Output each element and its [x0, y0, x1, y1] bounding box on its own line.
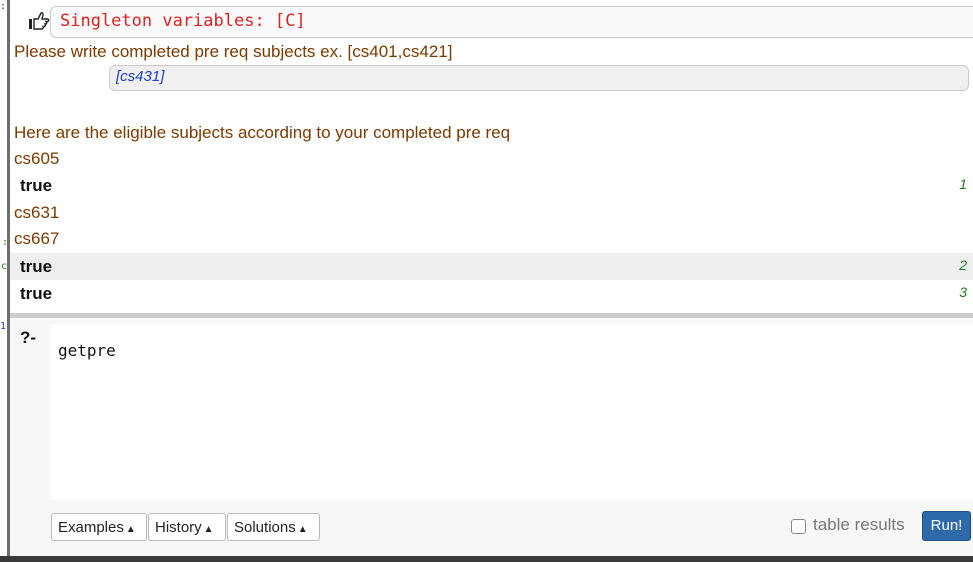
- query-prompt: ?-: [20, 328, 37, 347]
- solutions-button[interactable]: Solutions ▲: [227, 513, 320, 541]
- solution-row: true 3: [10, 280, 973, 307]
- examples-button[interactable]: Examples ▲: [51, 513, 147, 541]
- eligible-heading: Here are the eligible subjects according…: [14, 123, 511, 142]
- solution-number: 3: [959, 284, 967, 300]
- user-input-text: [cs431]: [116, 68, 165, 85]
- hand-pointing-icon: [28, 10, 50, 32]
- warning-text: Singleton variables: [C]: [60, 11, 306, 31]
- gutter-mark: 1: [0, 321, 7, 332]
- query-pane: ?- getpre Examples ▲ History ▲ Solutions ▲ …: [10, 318, 973, 556]
- history-label: History: [155, 519, 202, 536]
- table-results-label[interactable]: table results: [813, 515, 905, 535]
- output-pane: Singleton variables: [C] Please write co…: [10, 0, 973, 314]
- caret-up-icon: ▲: [203, 524, 214, 535]
- output-line: cs605: [14, 149, 60, 168]
- solution-number: 1: [959, 176, 967, 192]
- output-line: cs631: [14, 203, 60, 222]
- table-results-checkbox[interactable]: [791, 519, 806, 534]
- output-line: cs667: [14, 229, 60, 248]
- gutter-mark: :: [2, 237, 9, 248]
- query-editor[interactable]: getpre: [50, 324, 973, 500]
- gutter-mark: c: [1, 261, 8, 272]
- solution-value: true: [20, 284, 53, 303]
- examples-label: Examples: [58, 519, 124, 536]
- solution-row: true 1: [10, 172, 973, 199]
- solution-number: 2: [959, 257, 967, 273]
- user-input-box: [109, 65, 969, 91]
- caret-up-icon: ▲: [125, 524, 136, 535]
- solutions-label: Solutions: [234, 519, 296, 536]
- history-button[interactable]: History ▲: [148, 513, 226, 541]
- caret-up-icon: ▲: [297, 524, 308, 535]
- prompt-line: Please write completed pre req subjects …: [14, 42, 453, 61]
- bottom-bar: [0, 556, 973, 562]
- solution-value: true: [20, 257, 53, 276]
- solution-value: true: [20, 176, 53, 195]
- solution-row: true 2: [10, 253, 973, 280]
- run-button[interactable]: Run!: [922, 511, 971, 541]
- query-code[interactable]: getpre: [58, 341, 116, 360]
- gutter-mark: :: [0, 1, 7, 12]
